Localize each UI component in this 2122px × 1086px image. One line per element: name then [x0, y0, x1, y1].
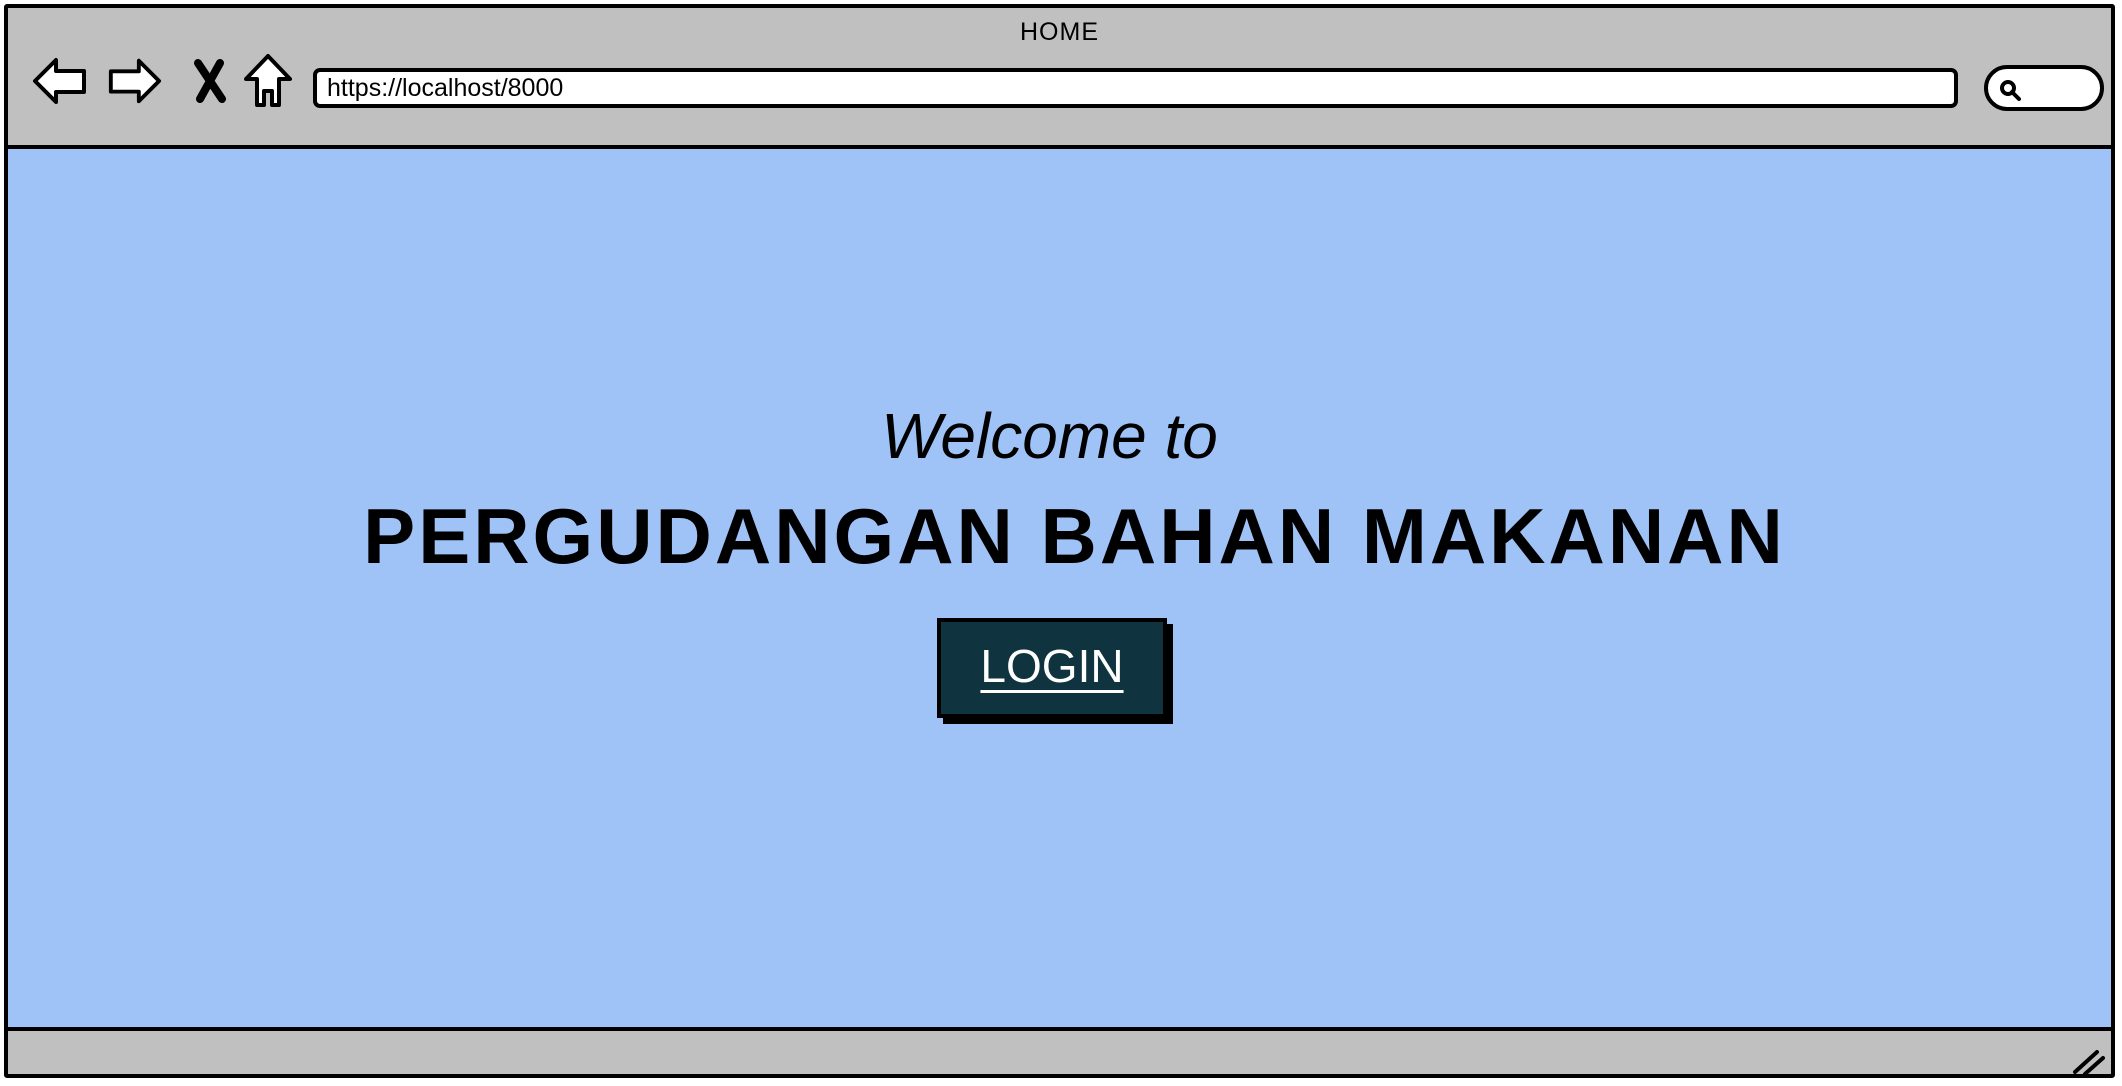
home-button[interactable] — [240, 53, 296, 109]
window-title: HOME — [1020, 18, 1099, 46]
arrow-right-icon — [108, 58, 162, 104]
arrow-left-icon — [33, 58, 86, 104]
back-button[interactable] — [32, 53, 88, 109]
close-icon — [194, 59, 226, 103]
search-icon — [2000, 80, 2021, 101]
login-button[interactable]: LOGIN — [937, 618, 1167, 718]
welcome-text: Welcome to — [8, 399, 2111, 473]
page-viewport: Welcome to PERGUDANGAN BAHAN MAKANAN LOG… — [8, 149, 2111, 1031]
status-bar — [8, 1031, 2111, 1076]
browser-window: HOME https://localhost/8000 Welcome to P… — [4, 4, 2115, 1078]
browser-toolbar: HOME https://localhost/8000 — [8, 8, 2111, 149]
welcome-text-label: Welcome to — [881, 400, 1218, 472]
forward-button[interactable] — [106, 53, 162, 109]
home-icon — [244, 54, 292, 107]
page-title-label: PERGUDANGAN BAHAN MAKANAN — [363, 492, 1786, 580]
page-title: PERGUDANGAN BAHAN MAKANAN — [8, 491, 2111, 582]
address-bar[interactable]: https://localhost/8000 — [313, 68, 1958, 108]
stop-button[interactable] — [182, 53, 238, 109]
resize-grip-icon[interactable] — [2071, 1046, 2105, 1076]
search-input[interactable] — [1984, 65, 2104, 111]
login-button-label: LOGIN — [980, 640, 1124, 692]
